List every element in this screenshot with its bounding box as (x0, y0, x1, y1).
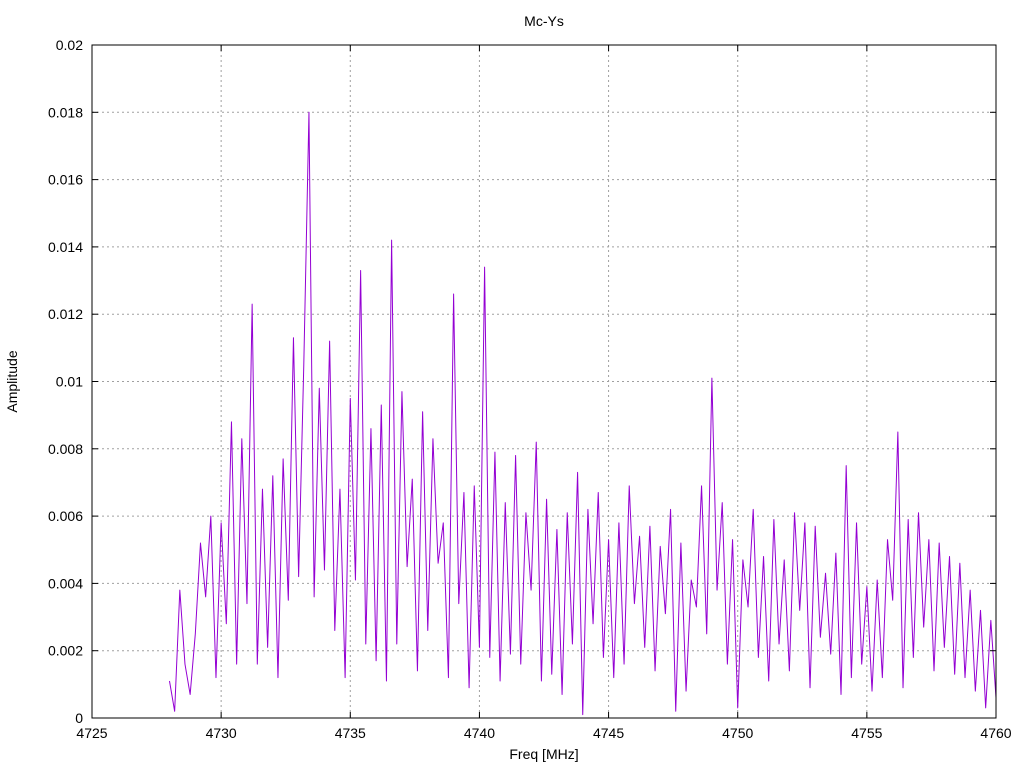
x-tick-label: 4745 (593, 725, 624, 741)
y-tick-label: 0.014 (48, 239, 83, 255)
x-tick-label: 4725 (76, 725, 107, 741)
x-tick-label: 4760 (980, 725, 1011, 741)
y-tick-label: 0.016 (48, 172, 83, 188)
chart-svg: 4725 4730 4735 4740 4745 4750 4755 4760 00.0020… (4, 13, 1012, 762)
y-tick-label: 0.002 (48, 643, 83, 659)
y-tick-label: 0.008 (48, 441, 83, 457)
y-tick-label: 0.02 (56, 37, 83, 53)
plot-series (168, 111, 997, 716)
y-axis-title: Amplitude (4, 350, 20, 412)
chart-title: Mc-Ys (524, 13, 564, 29)
y-tick-label: 0.018 (48, 104, 83, 120)
x-tick-labels: 4725 4730 4735 4740 4745 4750 4755 4760 (76, 725, 1011, 741)
x-axis-title: Freq [MHz] (509, 746, 578, 762)
y-tick-label: 0.006 (48, 508, 83, 524)
y-tick-label: 0 (75, 710, 83, 726)
x-tick-label: 4740 (464, 725, 495, 741)
amplitude-series-line (168, 111, 997, 716)
y-tick-label: 0.004 (48, 575, 83, 591)
y-tick-label: 0.012 (48, 306, 83, 322)
x-tick-label: 4730 (206, 725, 237, 741)
x-tick-label: 4755 (851, 725, 882, 741)
y-tick-labels: 0 0.002 0.004 0.006 0.008 0.01 0.012 0.014 0.016… (48, 37, 83, 726)
x-tick-label: 4750 (722, 725, 753, 741)
y-tick-label: 0.01 (56, 374, 83, 390)
x-tick-label: 4735 (335, 725, 366, 741)
